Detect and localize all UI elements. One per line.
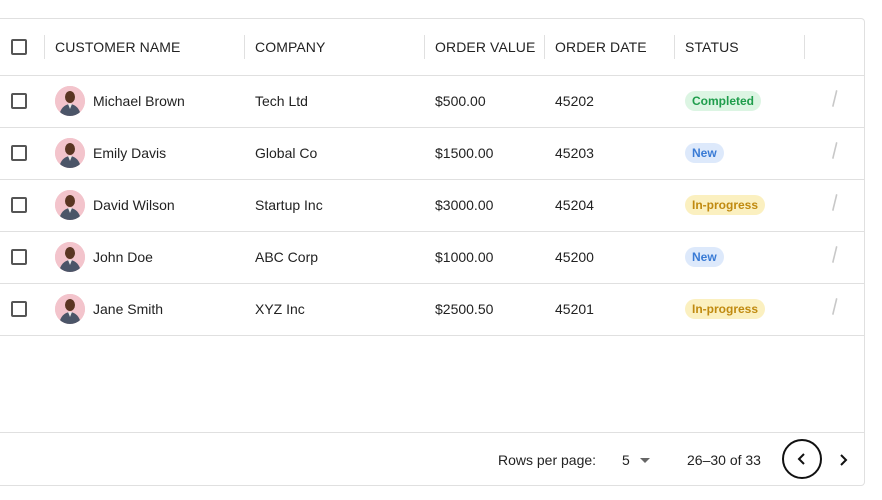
header-customer-name[interactable]: CUSTOMER NAME (55, 19, 181, 75)
status-cell: New (685, 127, 724, 179)
table-row[interactable]: David Wilson Startup Inc $3000.00 45204 In-p… (0, 179, 864, 232)
customer-cell: Michael Brown (55, 75, 185, 127)
row-checkbox[interactable] (11, 249, 27, 265)
customer-name: Jane Smith (93, 301, 164, 317)
company-cell: Global Co (255, 145, 318, 161)
column-separator[interactable] (44, 35, 45, 59)
status-badge: Completed (685, 91, 762, 111)
avatar (55, 242, 85, 272)
status-badge: In-progress (685, 299, 766, 319)
company-cell: Tech Ltd (255, 93, 308, 109)
edit-icon[interactable] (829, 141, 839, 161)
customer-name: John Doe (93, 249, 153, 265)
header-order-date[interactable]: ORDER DATE (555, 19, 647, 75)
order-date-cell: 45202 (555, 93, 594, 109)
edit-icon[interactable] (829, 297, 839, 317)
status-cell: New (685, 231, 724, 283)
order-date-cell: 45201 (555, 301, 594, 317)
status-cell: Completed (685, 75, 762, 127)
row-checkbox[interactable] (11, 197, 27, 213)
status-cell: In-progress (685, 179, 766, 231)
status-badge: New (685, 143, 724, 163)
order-value-cell: $2500.50 (435, 301, 494, 317)
status-cell: In-progress (685, 283, 766, 335)
column-separator[interactable] (544, 35, 545, 59)
order-value-cell: $1500.00 (435, 145, 494, 161)
customer-name: Michael Brown (93, 93, 185, 109)
chevron-right-icon (840, 454, 848, 466)
row-checkbox[interactable] (11, 301, 27, 317)
table-row[interactable]: John Doe ABC Corp $1000.00 45200 New (0, 231, 864, 284)
pagination-footer: Rows per page: 5 26–30 of 33 (0, 432, 864, 487)
company-cell: XYZ Inc (255, 301, 305, 317)
column-separator[interactable] (674, 35, 675, 59)
customer-cell: Emily Davis (55, 127, 166, 179)
status-badge: In-progress (685, 195, 766, 215)
previous-page-button[interactable] (782, 439, 822, 479)
customer-cell: David Wilson (55, 179, 175, 231)
page-range-text: 26–30 of 33 (687, 452, 761, 468)
avatar-image (55, 242, 85, 272)
rows-per-page-value: 5 (622, 452, 630, 468)
customer-cell: Jane Smith (55, 283, 163, 335)
order-value-cell: $3000.00 (435, 197, 494, 213)
data-grid: CUSTOMER NAME COMPANY ORDER VALUE ORDER … (0, 18, 865, 486)
avatar-image (55, 294, 85, 324)
order-value-cell: $1000.00 (435, 249, 494, 265)
edit-icon[interactable] (829, 193, 839, 213)
order-date-cell: 45204 (555, 197, 594, 213)
header-status[interactable]: STATUS (685, 19, 739, 75)
order-date-cell: 45203 (555, 145, 594, 161)
edit-icon[interactable] (829, 89, 839, 109)
table-row[interactable]: Michael Brown Tech Ltd $500.00 45202 Complet… (0, 75, 864, 128)
row-checkbox[interactable] (11, 145, 27, 161)
customer-cell: John Doe (55, 231, 153, 283)
avatar (55, 86, 85, 116)
row-checkbox[interactable] (11, 93, 27, 109)
column-separator[interactable] (424, 35, 425, 59)
header-order-value[interactable]: ORDER VALUE (435, 19, 535, 75)
avatar-image (55, 138, 85, 168)
chevron-left-icon (797, 453, 805, 465)
table-row[interactable]: Jane Smith XYZ Inc $2500.50 45201 In-progres… (0, 283, 864, 336)
rows-per-page-select[interactable]: 5 (622, 433, 650, 487)
avatar (55, 190, 85, 220)
company-cell: ABC Corp (255, 249, 319, 265)
caret-down-icon (639, 457, 650, 463)
order-date-cell: 45200 (555, 249, 594, 265)
select-all-checkbox[interactable] (11, 39, 27, 55)
avatar (55, 294, 85, 324)
customer-name: Emily Davis (93, 145, 167, 161)
next-page-button[interactable] (832, 440, 854, 480)
column-separator[interactable] (244, 35, 245, 59)
avatar-image (55, 86, 85, 116)
status-badge: New (685, 247, 724, 267)
column-separator[interactable] (804, 35, 805, 59)
grid-header: CUSTOMER NAME COMPANY ORDER VALUE ORDER … (0, 19, 864, 76)
avatar-image (55, 190, 85, 220)
company-cell: Startup Inc (255, 197, 323, 213)
customer-name: David Wilson (93, 197, 175, 213)
table-row[interactable]: Emily Davis Global Co $1500.00 45203 New (0, 127, 864, 180)
rows-per-page-label: Rows per page: (498, 452, 597, 468)
edit-icon[interactable] (829, 245, 839, 265)
avatar (55, 138, 85, 168)
header-company[interactable]: COMPANY (255, 19, 325, 75)
order-value-cell: $500.00 (435, 93, 486, 109)
